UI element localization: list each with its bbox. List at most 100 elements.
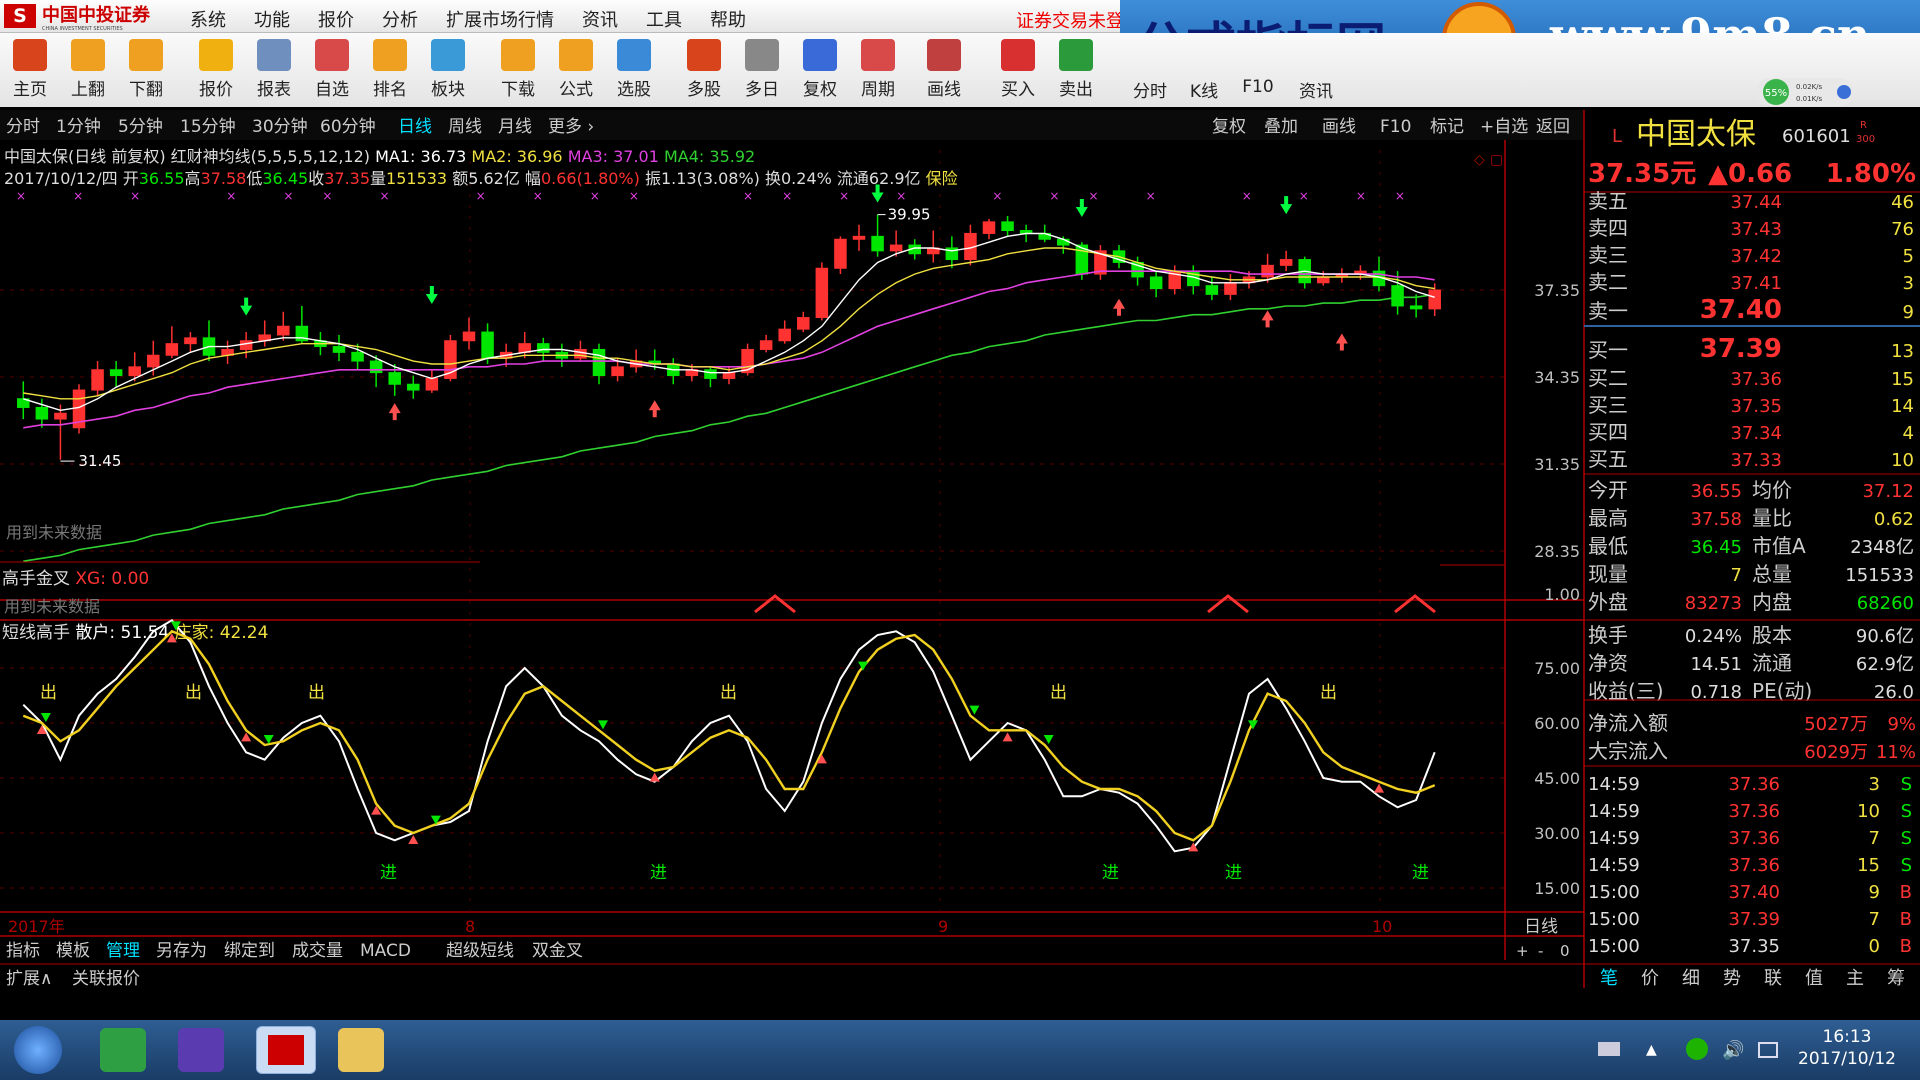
period-7[interactable]: 周线 xyxy=(448,117,482,137)
toolbar-clock-button[interactable]: 多日 xyxy=(736,37,788,103)
toolbar-sell-button[interactable]: 卖出 xyxy=(1050,37,1102,103)
toolbar-arrow-down-button[interactable]: 下翻 xyxy=(120,37,172,103)
tick-time-5: 15:00 xyxy=(1588,909,1640,930)
trade-login-notice[interactable]: 证券交易未登 xyxy=(1016,7,1124,33)
network-icon[interactable] xyxy=(1758,1042,1778,1058)
app-logo-subtitle: CHINA INVESTMENT SECURITIES xyxy=(42,25,123,32)
toolbar-btn-18-button[interactable]: 分时 xyxy=(1124,77,1176,102)
network-up-speed: 0.02K/s xyxy=(1796,83,1823,91)
candle-down xyxy=(1409,305,1423,310)
chart-tool-5[interactable]: +自选 xyxy=(1480,117,1528,137)
period-4[interactable]: 30分钟 xyxy=(252,117,308,137)
sub-y-tick-4: 15.00 xyxy=(1534,879,1580,898)
stat2-value-1: 14.51 xyxy=(1690,654,1742,675)
period-2[interactable]: 5分钟 xyxy=(118,117,163,137)
chart-expand-icon[interactable]: ◇ xyxy=(1474,152,1485,168)
quote-tab-1[interactable]: 价 xyxy=(1641,968,1659,988)
ie-icon[interactable] xyxy=(100,1028,146,1072)
stat-label2-1: 量比 xyxy=(1752,506,1792,530)
period-9[interactable]: 更多 › xyxy=(548,117,594,137)
toolbar-btn-20-button[interactable]: F10 xyxy=(1232,77,1284,101)
related-quote-tab[interactable]: 关联报价 xyxy=(72,969,140,988)
expand-tab[interactable]: 扩展∧ xyxy=(6,969,52,988)
indicator-tab-2[interactable]: 管理 xyxy=(106,941,140,961)
keyboard-icon[interactable] xyxy=(1598,1042,1620,1056)
toolbar-multi-stock-button[interactable]: 多股 xyxy=(678,37,730,103)
chart-tool-3[interactable]: F10 xyxy=(1380,117,1411,137)
tray-expand-icon[interactable]: ▲ xyxy=(1646,1042,1657,1058)
chart-tool-0[interactable]: 复权 xyxy=(1212,117,1246,137)
chart-tool-6[interactable]: 返回 xyxy=(1536,117,1570,137)
indicator-tab-7[interactable]: 超级短线 xyxy=(446,941,514,961)
explorer-icon[interactable] xyxy=(338,1028,384,1072)
chart-tool-4[interactable]: 标记 xyxy=(1430,117,1464,137)
candle-down xyxy=(351,351,364,362)
indicator-tab-6[interactable]: MACD xyxy=(360,941,411,961)
indicator-tab-1[interactable]: 模板 xyxy=(56,941,90,961)
chart-window-icon[interactable]: ▢ xyxy=(1490,152,1503,168)
menu-5[interactable]: 资讯 xyxy=(582,6,618,32)
menu-7[interactable]: 帮助 xyxy=(710,6,746,32)
chart-nav-0[interactable]: + xyxy=(1516,942,1529,960)
media-player-icon[interactable] xyxy=(178,1028,224,1072)
chart-tool-1[interactable]: 叠加 xyxy=(1264,117,1298,137)
period-3[interactable]: 15分钟 xyxy=(180,117,236,137)
quote-tab-6[interactable]: 主 xyxy=(1846,968,1864,988)
toolbar-buy-button[interactable]: 买入 xyxy=(992,37,1044,103)
toolbar-download-button[interactable]: 下载 xyxy=(492,37,544,103)
period-0[interactable]: 分时 xyxy=(6,117,40,137)
stat2-value-0: 0.24% xyxy=(1685,626,1742,647)
quote-tab-4[interactable]: 联 xyxy=(1764,968,1782,988)
trading-app-icon[interactable] xyxy=(256,1026,316,1074)
period-6[interactable]: 日线 xyxy=(398,117,432,137)
period-bar: 分时 1分钟 5分钟 15分钟 30分钟 60分钟 日线 周线 月线 更多 › 复权 叠加 画线 F10 标… xyxy=(0,110,1584,140)
quote-tab-0[interactable]: 笔 xyxy=(1600,968,1618,988)
clock-date: 2017/10/12 xyxy=(1798,1049,1896,1069)
stat2-label2-2: PE(动) xyxy=(1752,679,1812,703)
toolbar-report-button[interactable]: 报表 xyxy=(248,37,300,103)
period-5[interactable]: 60分钟 xyxy=(320,117,376,137)
toolbar-ranking-button[interactable]: 排名 xyxy=(364,37,416,103)
toolbar-btn-19-button[interactable]: K线 xyxy=(1178,77,1230,102)
period-8[interactable]: 月线 xyxy=(498,117,532,137)
volume-icon[interactable]: 🔊 xyxy=(1722,1040,1744,1061)
toolbar-formula-button[interactable]: 公式 xyxy=(550,37,602,103)
indicator-tab-3[interactable]: 另存为 xyxy=(156,941,207,961)
indicator-tab-0[interactable]: 指标 xyxy=(6,941,40,961)
quote-tab-3[interactable]: 势 xyxy=(1723,968,1741,988)
magenta-marker: × xyxy=(226,189,236,203)
chart-nav-1[interactable]: - xyxy=(1538,942,1543,960)
quote-tab-7[interactable]: 筹 xyxy=(1887,968,1905,988)
toolbar-blocks-button[interactable]: 板块 xyxy=(422,37,474,103)
menu-6[interactable]: 工具 xyxy=(646,6,682,32)
start-button[interactable] xyxy=(14,1026,62,1074)
toolbar-arrow-up-button[interactable]: 上翻 xyxy=(62,37,114,103)
magenta-marker: × xyxy=(1356,189,1366,203)
menu-2[interactable]: 报价 xyxy=(318,6,354,32)
toolbar-home-button[interactable]: 主页 xyxy=(4,37,56,103)
quote-tab-5[interactable]: 值 xyxy=(1805,968,1823,988)
chart-nav-2[interactable]: 0 xyxy=(1560,942,1570,960)
menu-4[interactable]: 扩展市场行情 xyxy=(446,6,554,32)
chart-tool-2[interactable]: 画线 xyxy=(1322,117,1356,137)
indicator-tab-5[interactable]: 成交量 xyxy=(292,941,343,961)
quote-tab-2[interactable]: 细 xyxy=(1682,968,1700,988)
toolbar-btn-21-button[interactable]: 资讯 xyxy=(1290,77,1342,102)
toolbar-adjust-button[interactable]: 复权 xyxy=(794,37,846,103)
menu-1[interactable]: 功能 xyxy=(254,6,290,32)
toolbar-f6-button[interactable]: 自选 xyxy=(306,37,358,103)
menu-3[interactable]: 分析 xyxy=(382,6,418,32)
toolbar-yen-button[interactable]: 报价 xyxy=(190,37,242,103)
clock[interactable]: 16:13 2017/10/12 xyxy=(1792,1026,1902,1070)
in-signal-label: 进 xyxy=(650,863,667,883)
indicator-tab-4[interactable]: 绑定到 xyxy=(224,941,275,961)
yen-icon xyxy=(199,39,233,71)
menu-0[interactable]: 系统 xyxy=(190,6,226,32)
indicator-tab-8[interactable]: 双金叉 xyxy=(532,941,583,961)
period-1[interactable]: 1分钟 xyxy=(56,117,101,137)
toolbar-f8-button[interactable]: 周期 xyxy=(852,37,904,103)
toolbar-pencil-button[interactable]: 画线 xyxy=(918,37,970,103)
magenta-marker: × xyxy=(1089,189,1099,203)
toolbar-stock-pick-button[interactable]: 选股 xyxy=(608,37,660,103)
tray-app-icon[interactable] xyxy=(1686,1038,1708,1060)
